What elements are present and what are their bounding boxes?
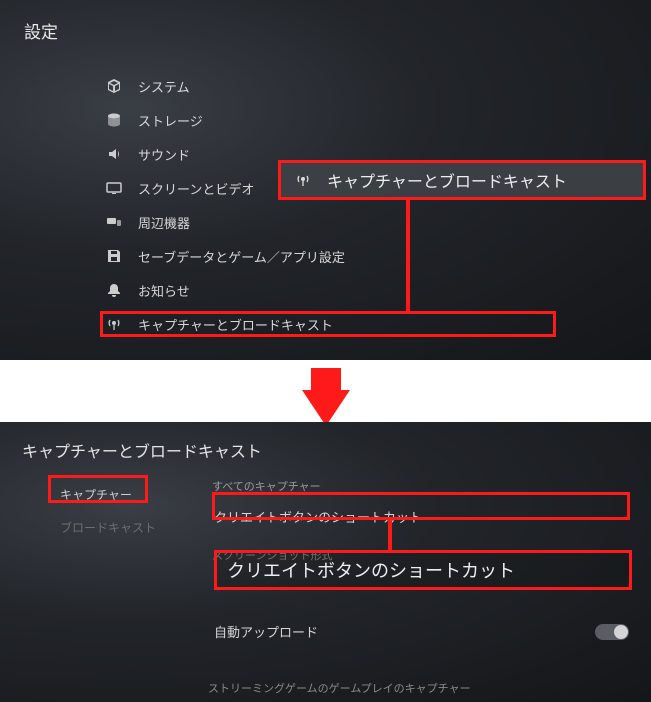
settings-menu: システム ストレージ サウンド スクリーンとビデオ 周辺機器 セーブデータとゲー…	[0, 69, 651, 341]
row-label: 自動アップロード	[214, 622, 318, 641]
highlight-subnav-capture	[48, 475, 148, 503]
disk-icon	[104, 110, 124, 130]
highlight-row-shortcut	[212, 492, 630, 520]
big-callout-label: クリエイトボタンのショートカット	[227, 557, 515, 583]
peripherals-icon	[104, 212, 124, 232]
menu-label: サウンド	[138, 145, 190, 164]
toggle-auto-upload[interactable]	[595, 624, 629, 640]
menu-item-storage[interactable]: ストレージ	[104, 103, 651, 137]
subnav-broadcast[interactable]: ブロードキャスト	[54, 511, 174, 544]
capture-broadcast-panel: キャプチャーとブロードキャスト キャプチャー ブロードキャスト すべてのキャプチ…	[0, 422, 651, 702]
broadcast-icon	[293, 170, 313, 190]
menu-label: お知らせ	[138, 281, 190, 300]
highlight-connector	[406, 200, 410, 314]
highlight-callout-capture: キャプチャーとブロードキャスト	[278, 160, 646, 200]
callout-label: キャプチャーとブロードキャスト	[327, 168, 567, 192]
highlight-menu-capture	[100, 311, 556, 337]
row-auto-upload[interactable]: 自動アップロード	[212, 615, 651, 648]
screen-icon	[104, 178, 124, 198]
highlight-big-callout: クリエイトボタンのショートカット	[214, 550, 632, 590]
menu-label: システム	[138, 77, 190, 96]
menu-label: セーブデータとゲーム／アプリ設定	[138, 247, 345, 266]
menu-label: スクリーンとビデオ	[138, 179, 254, 198]
page-title: 設定	[0, 0, 651, 43]
sub-nav: キャプチャー ブロードキャスト	[54, 478, 174, 648]
cube-icon	[104, 76, 124, 96]
highlight-connector-2	[388, 520, 392, 550]
menu-item-system[interactable]: システム	[104, 69, 651, 103]
menu-label: 周辺機器	[138, 213, 190, 232]
menu-item-peripherals[interactable]: 周辺機器	[104, 205, 651, 239]
section-streaming-capture-label: ストリーミングゲームのゲームプレイのキャプチャー	[0, 680, 651, 696]
menu-item-notifications[interactable]: お知らせ	[104, 273, 651, 307]
bell-icon	[104, 280, 124, 300]
menu-item-savedata[interactable]: セーブデータとゲーム／アプリ設定	[104, 239, 651, 273]
speaker-icon	[104, 144, 124, 164]
save-icon	[104, 246, 124, 266]
subpage-title: キャプチャーとブロードキャスト	[0, 422, 651, 462]
settings-panel: 設定 システム ストレージ サウンド スクリーンとビデオ 周辺機器 セーブデータ…	[0, 0, 651, 360]
step-arrow	[0, 360, 651, 422]
menu-label: ストレージ	[138, 111, 203, 130]
